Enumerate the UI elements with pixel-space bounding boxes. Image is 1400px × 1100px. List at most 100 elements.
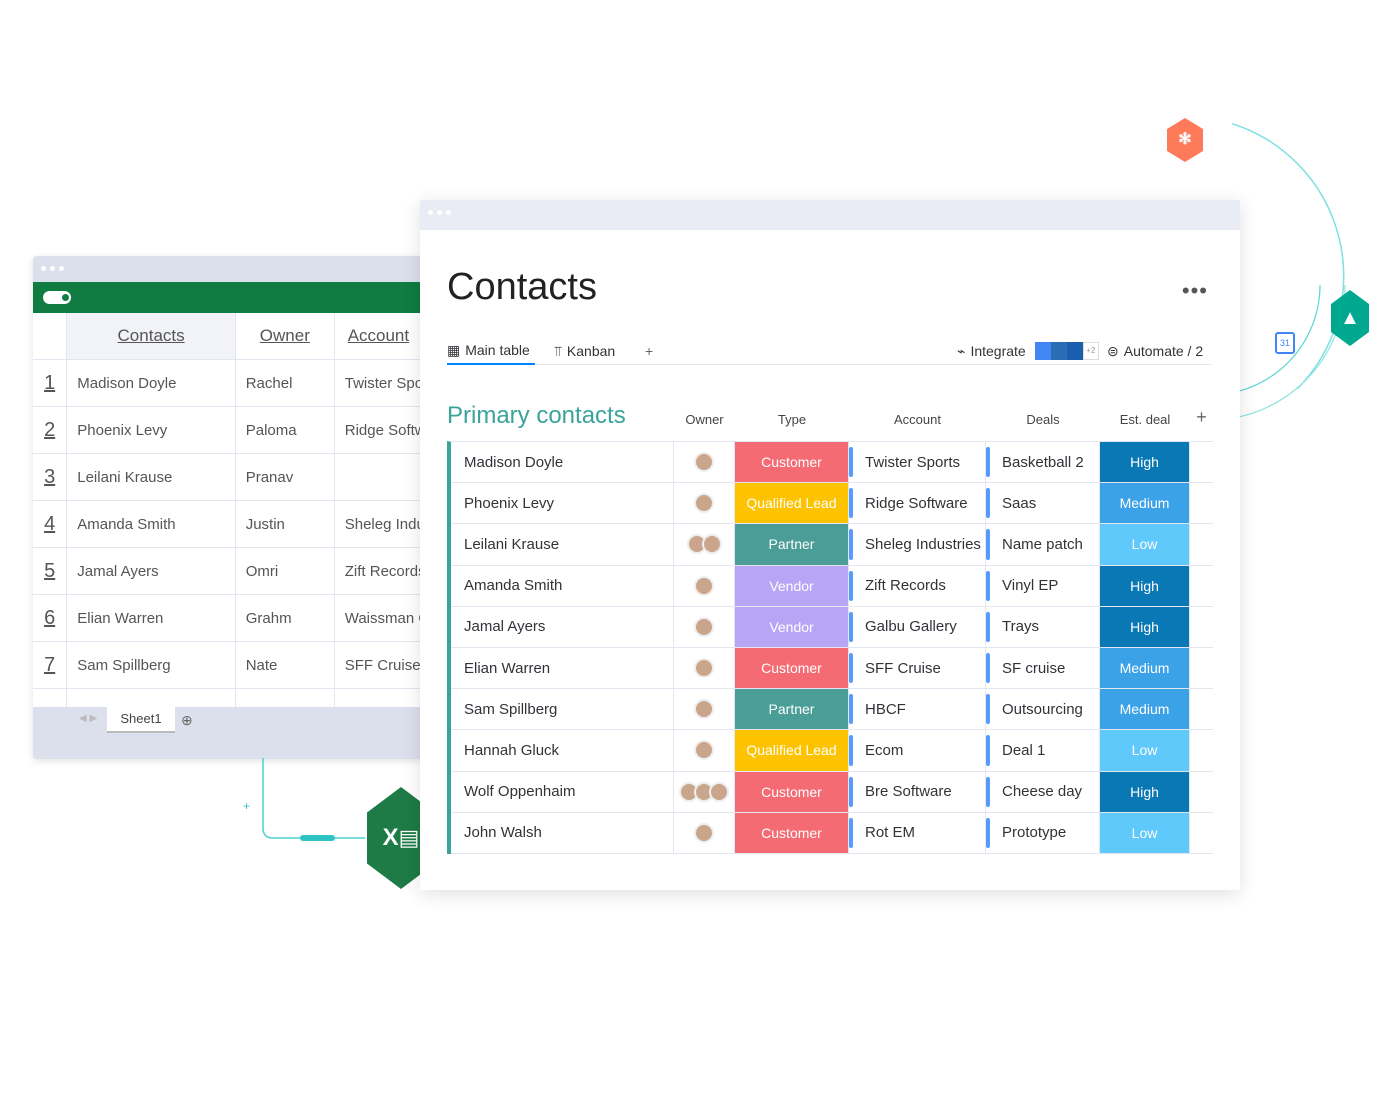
- cell-name[interactable]: Madison Doyle: [451, 442, 674, 483]
- col-header-est-deal[interactable]: Est. deal: [1100, 412, 1190, 427]
- cell-est-deal[interactable]: High: [1100, 442, 1190, 483]
- cell-name[interactable]: Leilani Krause: [451, 524, 674, 565]
- col-header-account[interactable]: Account: [849, 412, 986, 427]
- cell-deal[interactable]: Trays: [986, 606, 1100, 647]
- cell-deal[interactable]: Deal 1: [986, 730, 1100, 771]
- cell-owner[interactable]: Omri: [236, 548, 335, 594]
- cell-contact[interactable]: Madison Doyle: [67, 360, 236, 406]
- col-header-account[interactable]: Account: [335, 313, 423, 359]
- cell-account[interactable]: Twister Sports: [849, 442, 986, 483]
- col-header-deals[interactable]: Deals: [986, 412, 1100, 427]
- cell-name[interactable]: Amanda Smith: [451, 565, 674, 606]
- row-number[interactable]: 2: [33, 407, 68, 453]
- more-options-icon[interactable]: •••: [1182, 278, 1208, 304]
- cell-deal[interactable]: Prototype: [986, 812, 1100, 853]
- cell-contact[interactable]: Sam Spillberg: [67, 642, 236, 688]
- cell-name[interactable]: Hannah Gluck: [451, 730, 674, 771]
- cell-type-status[interactable]: Customer: [735, 647, 849, 689]
- cell-type-status[interactable]: Partner: [735, 689, 849, 730]
- integrate-button[interactable]: ⌁ Integrate +2: [957, 337, 1099, 365]
- cell-account[interactable]: Sheleg Industries: [849, 524, 986, 565]
- cell-owner[interactable]: [674, 689, 735, 730]
- toggle-icon[interactable]: [43, 291, 71, 304]
- cell-account[interactable]: Galbu Gallery: [849, 606, 986, 647]
- add-column-button[interactable]: +: [1190, 407, 1213, 428]
- cell-name[interactable]: John Walsh: [451, 812, 674, 853]
- cell-name[interactable]: Wolf Oppenhaim: [451, 771, 674, 812]
- add-sheet-icon[interactable]: ⊕: [181, 712, 193, 729]
- cell-type-status[interactable]: Qualified Lead: [735, 483, 849, 524]
- cell-est-deal[interactable]: Medium: [1100, 647, 1190, 689]
- cell-owner[interactable]: [674, 606, 735, 647]
- cell-type-status[interactable]: Customer: [735, 771, 849, 812]
- cell-account[interactable]: Zift Records: [335, 548, 423, 594]
- col-header-owner[interactable]: Owner: [674, 412, 735, 427]
- cell-owner[interactable]: [674, 812, 735, 853]
- cell-contact[interactable]: Elian Warren: [67, 595, 236, 641]
- cell-name[interactable]: Elian Warren: [451, 647, 674, 689]
- cell-owner[interactable]: Grahm: [236, 595, 335, 641]
- cell-est-deal[interactable]: Low: [1100, 812, 1190, 853]
- cell-contact[interactable]: Leilani Krause: [67, 454, 236, 500]
- cell-est-deal[interactable]: Low: [1100, 730, 1190, 771]
- tab-kanban[interactable]: ⫪ Kanban: [554, 337, 615, 365]
- cell-type-status[interactable]: Customer: [735, 812, 849, 853]
- cell-account[interactable]: Ecom: [849, 730, 986, 771]
- cell-name[interactable]: Jamal Ayers: [451, 606, 674, 647]
- row-number[interactable]: 1: [33, 360, 68, 406]
- cell-deal[interactable]: Name patch: [986, 524, 1100, 565]
- cell-account[interactable]: Waissman G: [335, 595, 423, 641]
- cell-type-status[interactable]: Vendor: [735, 565, 849, 606]
- row-number[interactable]: 7: [33, 642, 68, 688]
- row-number[interactable]: 6: [33, 595, 68, 641]
- cell-type-status[interactable]: Vendor: [735, 606, 849, 647]
- cell-contact[interactable]: Phoenix Levy: [67, 407, 236, 453]
- cell-est-deal[interactable]: Low: [1100, 524, 1190, 565]
- cell-owner[interactable]: [674, 442, 735, 483]
- col-header-type[interactable]: Type: [735, 412, 849, 427]
- cell-name[interactable]: Sam Spillberg: [451, 689, 674, 730]
- cell-type-status[interactable]: Qualified Lead: [735, 730, 849, 771]
- cell-type-status[interactable]: Partner: [735, 524, 849, 565]
- cell-est-deal[interactable]: High: [1100, 565, 1190, 606]
- cell-owner[interactable]: Justin: [236, 501, 335, 547]
- cell-name[interactable]: Phoenix Levy: [451, 483, 674, 524]
- cell-account[interactable]: [335, 454, 423, 500]
- cell-owner[interactable]: [674, 483, 735, 524]
- cell-deal[interactable]: Saas: [986, 483, 1100, 524]
- cell-account[interactable]: Twister Sports: [335, 360, 423, 406]
- automate-button[interactable]: ⊜ Automate / 2: [1107, 337, 1203, 365]
- col-header-contacts[interactable]: Contacts: [67, 313, 236, 359]
- row-number[interactable]: 3: [33, 454, 68, 500]
- cell-deal[interactable]: SF cruise: [986, 647, 1100, 689]
- cell-owner[interactable]: Rachel: [236, 360, 335, 406]
- row-number[interactable]: 5: [33, 548, 68, 594]
- group-title[interactable]: Primary contacts: [447, 402, 626, 430]
- cell-type-status[interactable]: Customer: [735, 442, 849, 483]
- row-number[interactable]: 4: [33, 501, 68, 547]
- cell-account[interactable]: Zift Records: [849, 565, 986, 606]
- cell-est-deal[interactable]: Medium: [1100, 483, 1190, 524]
- cell-owner[interactable]: Pranav: [236, 454, 335, 500]
- cell-account[interactable]: SFF Cruise: [849, 647, 986, 689]
- cell-est-deal[interactable]: Medium: [1100, 689, 1190, 730]
- cell-account[interactable]: Sheleg Industries: [335, 501, 423, 547]
- cell-deal[interactable]: Outsourcing: [986, 689, 1100, 730]
- cell-contact[interactable]: Amanda Smith: [67, 501, 236, 547]
- cell-owner[interactable]: [674, 524, 735, 565]
- add-view-button[interactable]: +: [645, 337, 653, 365]
- tab-main-table[interactable]: ▦ Main table: [447, 337, 535, 365]
- cell-account[interactable]: Ridge Software: [335, 407, 423, 453]
- col-header-owner[interactable]: Owner: [236, 313, 335, 359]
- cell-account[interactable]: HBCF: [849, 689, 986, 730]
- cell-owner[interactable]: [674, 730, 735, 771]
- cell-owner[interactable]: [674, 565, 735, 606]
- cell-account[interactable]: SFF Cruise: [335, 642, 423, 688]
- cell-account[interactable]: Bre Software: [849, 771, 986, 812]
- cell-owner[interactable]: Nate: [236, 642, 335, 688]
- cell-est-deal[interactable]: High: [1100, 606, 1190, 647]
- cell-account[interactable]: Ridge Software: [849, 483, 986, 524]
- sheet-nav-arrows-icon[interactable]: ◀ ▶: [79, 713, 97, 724]
- cell-deal[interactable]: Vinyl EP: [986, 565, 1100, 606]
- cell-contact[interactable]: Jamal Ayers: [67, 548, 236, 594]
